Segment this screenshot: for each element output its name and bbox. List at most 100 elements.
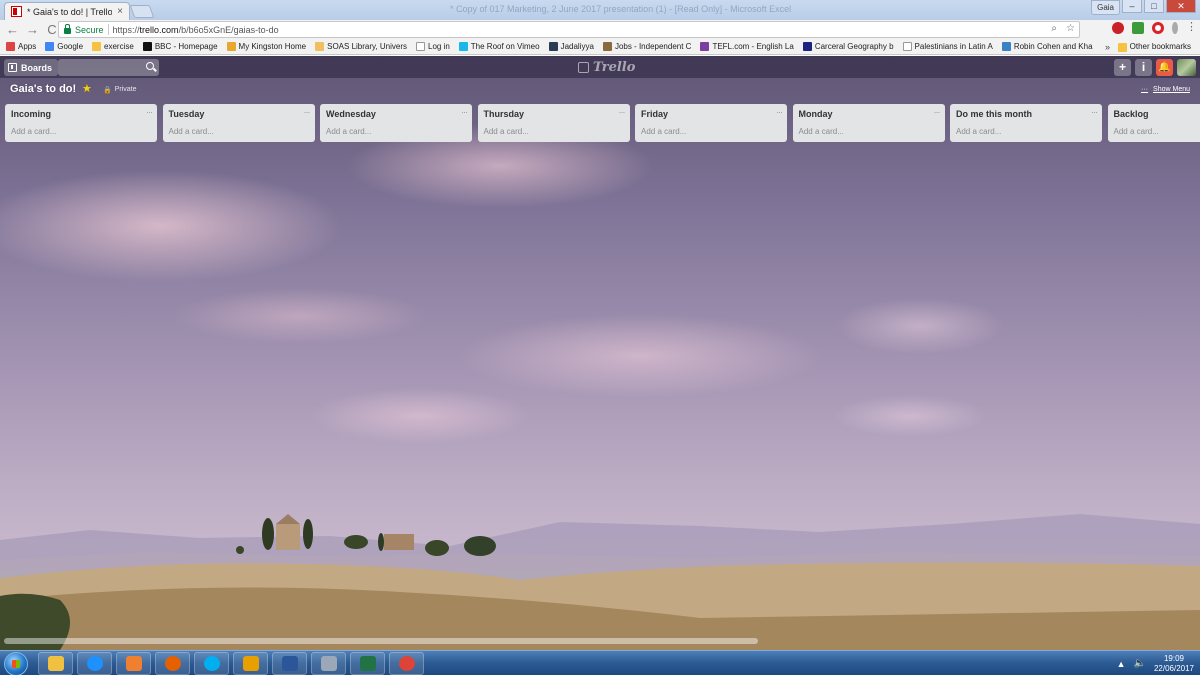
chrome-icon (398, 656, 415, 671)
avatar[interactable] (1177, 59, 1196, 76)
list-title[interactable]: Do me this month (956, 109, 1032, 119)
taskbar-chrome-button[interactable] (389, 652, 424, 675)
browser-tab[interactable]: * Gaia's to do! | Trello × (4, 2, 130, 20)
bookmarks-overflow-icon[interactable]: » (1105, 39, 1110, 55)
taskbar-firefox-button[interactable] (155, 652, 190, 675)
list-title[interactable]: Friday (641, 109, 668, 119)
volume-icon[interactable]: 🔈 (1134, 658, 1146, 669)
bookmark-item[interactable]: SOAS Library, Univers (315, 42, 407, 51)
bookmark-item[interactable]: The Roof on Vimeo (458, 42, 540, 51)
star-icon[interactable]: ★ (82, 82, 92, 95)
bookmark-item[interactable]: Carceral Geography b (802, 42, 894, 51)
list-menu-icon[interactable]: ··· (776, 107, 783, 117)
search-input[interactable] (58, 59, 159, 76)
pinterest-extension-icon[interactable] (1112, 22, 1124, 34)
green-extension-icon[interactable] (1132, 22, 1144, 34)
list-column[interactable]: Thursday ··· Add a card... (477, 104, 630, 142)
zoom-icon[interactable]: ⌕ (1051, 23, 1057, 34)
info-button[interactable]: i (1135, 59, 1152, 76)
add-card-link[interactable]: Add a card... (956, 127, 1001, 136)
address-bar[interactable]: Secure https://trello.com/b/b6o5xGnE/gai… (58, 21, 1080, 38)
bookmark-item[interactable]: Google (45, 42, 83, 51)
list-title[interactable]: Tuesday (169, 109, 205, 119)
notifications-bell-icon[interactable]: 🔔 (1156, 59, 1173, 76)
list-menu-icon[interactable]: ··· (461, 107, 468, 117)
bookmark-item[interactable]: exercise (92, 42, 134, 51)
bookmark-item[interactable]: TEFL.com - English La (700, 42, 794, 51)
url-text[interactable]: https://trello.com/b/b6o5xGnE/gaias-to-d… (113, 25, 279, 35)
list-title[interactable]: Monday (799, 109, 833, 119)
list-column[interactable]: Wednesday ··· Add a card... (320, 104, 472, 142)
opera-extension-icon[interactable] (1152, 22, 1164, 34)
taskbar-outlook-button[interactable] (233, 652, 268, 675)
list-column[interactable]: Backlog···Add a card... (1107, 104, 1200, 142)
add-button[interactable]: + (1114, 59, 1131, 76)
list-title[interactable]: Incoming (11, 109, 51, 119)
tab-close-icon[interactable]: × (117, 6, 123, 17)
taskbar-calculator-button[interactable] (311, 652, 346, 675)
bookmark-favicon-icon (902, 42, 912, 51)
search-icon[interactable] (146, 62, 154, 70)
taskbar-skype-button[interactable] (194, 652, 229, 675)
taskbar-media-player-button[interactable] (116, 652, 151, 675)
pin-extension-icon[interactable] (1172, 22, 1178, 34)
list-menu-icon[interactable]: ··· (619, 107, 626, 117)
bookmark-label: SOAS Library, Univers (327, 42, 407, 51)
taskbar-excel-button[interactable] (350, 652, 385, 675)
bookmark-item[interactable]: Apps (6, 42, 36, 51)
horizontal-scrollbar[interactable] (4, 638, 758, 644)
add-card-link[interactable]: Add a card... (169, 127, 214, 136)
list-menu-icon[interactable]: ··· (146, 107, 153, 117)
bookmark-item[interactable]: Log in (416, 42, 450, 51)
bookmark-favicon-icon (1001, 42, 1011, 51)
bookmark-star-icon[interactable]: ☆ (1066, 23, 1075, 34)
list-title[interactable]: Wednesday (326, 109, 376, 119)
list-column[interactable]: Tuesday ··· Add a card... (162, 104, 315, 142)
start-button[interactable] (4, 652, 28, 675)
add-card-link[interactable]: Add a card... (11, 127, 56, 136)
bookmark-item[interactable]: Jadaliyya (548, 42, 594, 51)
boards-button[interactable]: Boards (4, 59, 59, 76)
show-menu-button[interactable]: ··· Show Menu (1141, 86, 1190, 93)
board-title[interactable]: Gaia's to do! (10, 83, 76, 95)
show-hidden-icons-icon[interactable]: ▲ (1117, 659, 1126, 669)
other-bookmarks[interactable]: Other bookmarks (1117, 39, 1191, 55)
minimize-button[interactable]: – (1122, 0, 1142, 13)
skype-icon (203, 656, 220, 671)
close-window-button[interactable]: ✕ (1166, 0, 1196, 13)
profile-button[interactable]: Gaia (1091, 0, 1120, 15)
bookmark-item[interactable]: BBC - Homepage (142, 42, 218, 51)
back-icon[interactable]: ← (6, 22, 19, 38)
clock[interactable]: 19:09 22/06/2017 (1154, 654, 1194, 674)
list-column[interactable]: Monday ··· Add a card... (792, 104, 945, 142)
taskbar-internet-explorer-button[interactable] (77, 652, 112, 675)
trello-logo[interactable]: Trello (578, 60, 635, 75)
add-card-link[interactable]: Add a card... (1114, 127, 1159, 136)
list-column[interactable]: Friday ··· Add a card... (635, 104, 787, 142)
add-card-link[interactable]: Add a card... (484, 127, 529, 136)
bookmark-label: My Kingston Home (238, 42, 307, 51)
bookmark-item[interactable]: Robin Cohen and Kha (1001, 42, 1093, 51)
bookmark-item[interactable]: Jobs - Independent C (602, 42, 691, 51)
chrome-menu-icon[interactable]: ⋮ (1186, 22, 1197, 34)
list-menu-icon[interactable]: ··· (1091, 107, 1098, 117)
add-card-link[interactable]: Add a card... (799, 127, 844, 136)
explorer-icon (47, 656, 64, 671)
forward-icon[interactable]: → (26, 22, 39, 38)
visibility-button[interactable]: 🔒 Private (103, 86, 137, 94)
list-menu-icon[interactable]: ··· (304, 107, 311, 117)
bookmark-item[interactable]: Palestinians in Latin A (902, 42, 993, 51)
new-tab-button[interactable] (129, 5, 155, 18)
bookmark-item[interactable]: My Kingston Home (226, 42, 307, 51)
list-menu-icon[interactable]: ··· (934, 107, 941, 117)
list-column[interactable]: Do me this month ··· Add a card... (950, 104, 1102, 142)
taskbar-word-button[interactable] (272, 652, 307, 675)
maximize-button[interactable]: □ (1144, 0, 1164, 13)
add-card-link[interactable]: Add a card... (326, 127, 371, 136)
list-title[interactable]: Backlog (1114, 109, 1149, 119)
reload-icon[interactable]: C (46, 22, 58, 38)
taskbar-explorer-button[interactable] (38, 652, 73, 675)
list-title[interactable]: Thursday (484, 109, 525, 119)
list-column[interactable]: Incoming ··· Add a card... (5, 104, 157, 142)
add-card-link[interactable]: Add a card... (641, 127, 686, 136)
